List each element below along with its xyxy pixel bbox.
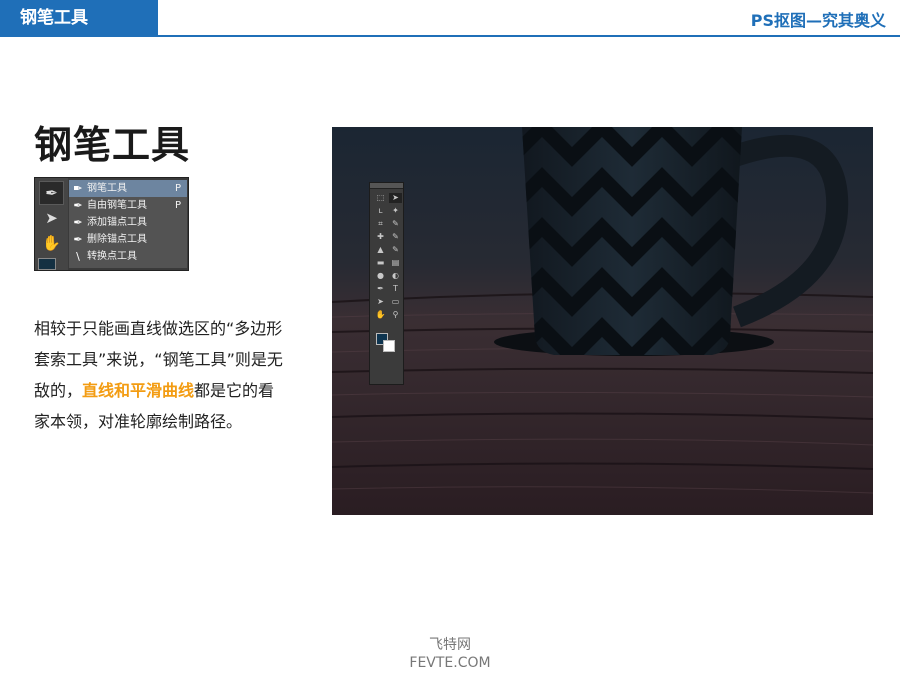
move-icon[interactable]: ➤ — [389, 193, 402, 203]
flyout-shortcut: P — [174, 183, 181, 194]
delete-anchor-icon: ✒ — [73, 233, 83, 246]
pen-icon: ✒ — [73, 182, 83, 195]
hand-tool-icon[interactable]: ✋ — [39, 231, 64, 255]
flyout-item-label: 钢笔工具 — [87, 183, 127, 194]
cup-body — [522, 127, 742, 355]
pen-tool-flyout: ✒ 钢笔工具 P ✒ 自由钢笔工具 P ✒ 添加锚点工具 ✒ 删除锚点工具 \ … — [69, 180, 187, 268]
marquee-icon[interactable]: ⬚ — [374, 193, 387, 203]
type-icon[interactable]: T — [389, 284, 402, 294]
background-color-swatch[interactable] — [383, 340, 395, 352]
photoshop-toolbar: ⬚ ➤ ʟ ✦ ⌗ ✎ ✚ ✎ ▲ ✎ ▬ ▤ ● ◐ ✒ T ➤ ▭ ✋ ⚲ — [369, 182, 404, 385]
add-anchor-icon: ✒ — [73, 216, 83, 229]
cup-scene-illustration — [332, 127, 873, 515]
shape-icon[interactable]: ▭ — [389, 297, 402, 307]
flyout-item-add-anchor[interactable]: ✒ 添加锚点工具 — [69, 214, 187, 231]
flyout-item-pen[interactable]: ✒ 钢笔工具 P — [69, 180, 187, 197]
crop-icon[interactable]: ⌗ — [374, 219, 387, 229]
hand-icon[interactable]: ✋ — [374, 310, 387, 320]
flyout-item-label: 自由钢笔工具 — [87, 200, 147, 211]
gradient-icon[interactable]: ▤ — [389, 258, 402, 268]
stamp-icon[interactable]: ▲ — [374, 245, 387, 255]
header-divider — [0, 35, 900, 37]
blur-icon[interactable]: ● — [374, 271, 387, 281]
healing-icon[interactable]: ✚ — [374, 232, 387, 242]
pen-tool-menu-screenshot: ✒ ➤ ✋ ✒ 钢笔工具 P ✒ 自由钢笔工具 P ✒ 添加锚点工具 ✒ 删除锚… — [34, 177, 189, 271]
pen-icon[interactable]: ✒ — [374, 284, 387, 294]
flyout-item-label: 删除锚点工具 — [87, 234, 147, 245]
pen-tool-icon[interactable]: ✒ — [39, 181, 64, 205]
history-brush-icon[interactable]: ✎ — [389, 245, 402, 255]
convert-point-icon: \ — [76, 250, 80, 263]
eraser-icon[interactable]: ▬ — [374, 258, 387, 268]
eyedropper-icon[interactable]: ✎ — [389, 219, 402, 229]
magic-wand-icon[interactable]: ✦ — [389, 206, 402, 216]
arrow-select-icon[interactable]: ➤ — [39, 206, 64, 230]
flyout-item-convert-point[interactable]: \ 转换点工具 — [69, 248, 187, 265]
freeform-pen-icon: ✒ — [73, 199, 83, 212]
flyout-item-freeform-pen[interactable]: ✒ 自由钢笔工具 P — [69, 197, 187, 214]
page-title: 钢笔工具 — [34, 123, 191, 167]
flyout-item-label: 转换点工具 — [87, 251, 137, 262]
watermark-cn: 飞特网 — [429, 637, 471, 653]
brush-icon[interactable]: ✎ — [389, 232, 402, 242]
toolbar-grip[interactable] — [370, 183, 403, 189]
flyout-shortcut: P — [174, 200, 181, 211]
zoom-icon[interactable]: ⚲ — [389, 310, 402, 320]
cup-photo: ⬚ ➤ ʟ ✦ ⌗ ✎ ✚ ✎ ▲ ✎ ▬ ▤ ● ◐ ✒ T ➤ ▭ ✋ ⚲ — [332, 127, 873, 515]
description-highlight: 直线和平滑曲线 — [82, 381, 195, 400]
flyout-item-label: 添加锚点工具 — [87, 217, 147, 228]
path-select-icon[interactable]: ➤ — [374, 297, 387, 307]
watermark-en: FEVTE.COM — [409, 655, 491, 671]
tool-column: ✒ ➤ ✋ — [35, 178, 68, 270]
lasso-icon[interactable]: ʟ — [374, 206, 387, 216]
color-swatch — [38, 258, 56, 270]
flyout-item-delete-anchor[interactable]: ✒ 删除锚点工具 — [69, 231, 187, 248]
dodge-icon[interactable]: ◐ — [389, 271, 402, 281]
header-section-tab: 钢笔工具 — [0, 0, 158, 36]
header-bar: 钢笔工具 PS抠图—究其奥义 — [0, 0, 900, 38]
header-course-title: PS抠图—究其奥义 — [750, 11, 886, 30]
description-text: 相较于只能画直线做选区的“多边形套索工具”来说，“钢笔工具”则是无敌的，直线和平… — [34, 313, 284, 437]
